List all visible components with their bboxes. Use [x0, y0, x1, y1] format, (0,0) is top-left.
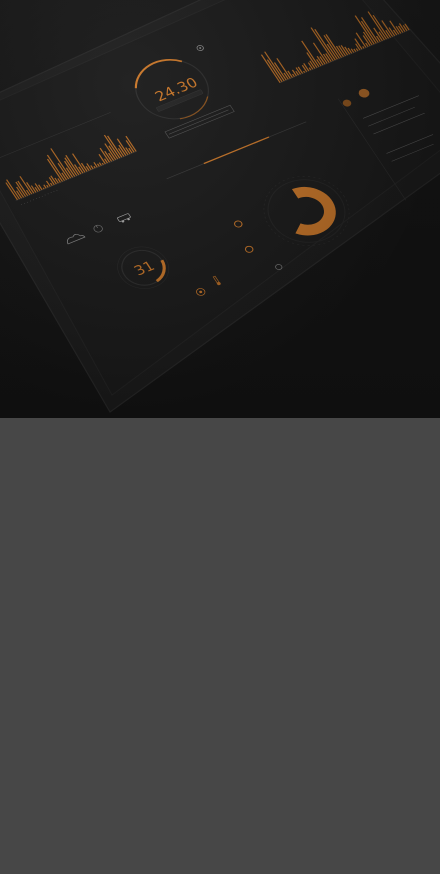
lower-backdrop — [0, 418, 440, 874]
tilted-tablet: · · · · · · · · · · · · · 24.30 31 — [0, 0, 440, 413]
page: · · · · · · · · · · · · · 24.30 31 — [0, 0, 440, 874]
dashboard-photo: · · · · · · · · · · · · · 24.30 31 — [0, 0, 440, 418]
